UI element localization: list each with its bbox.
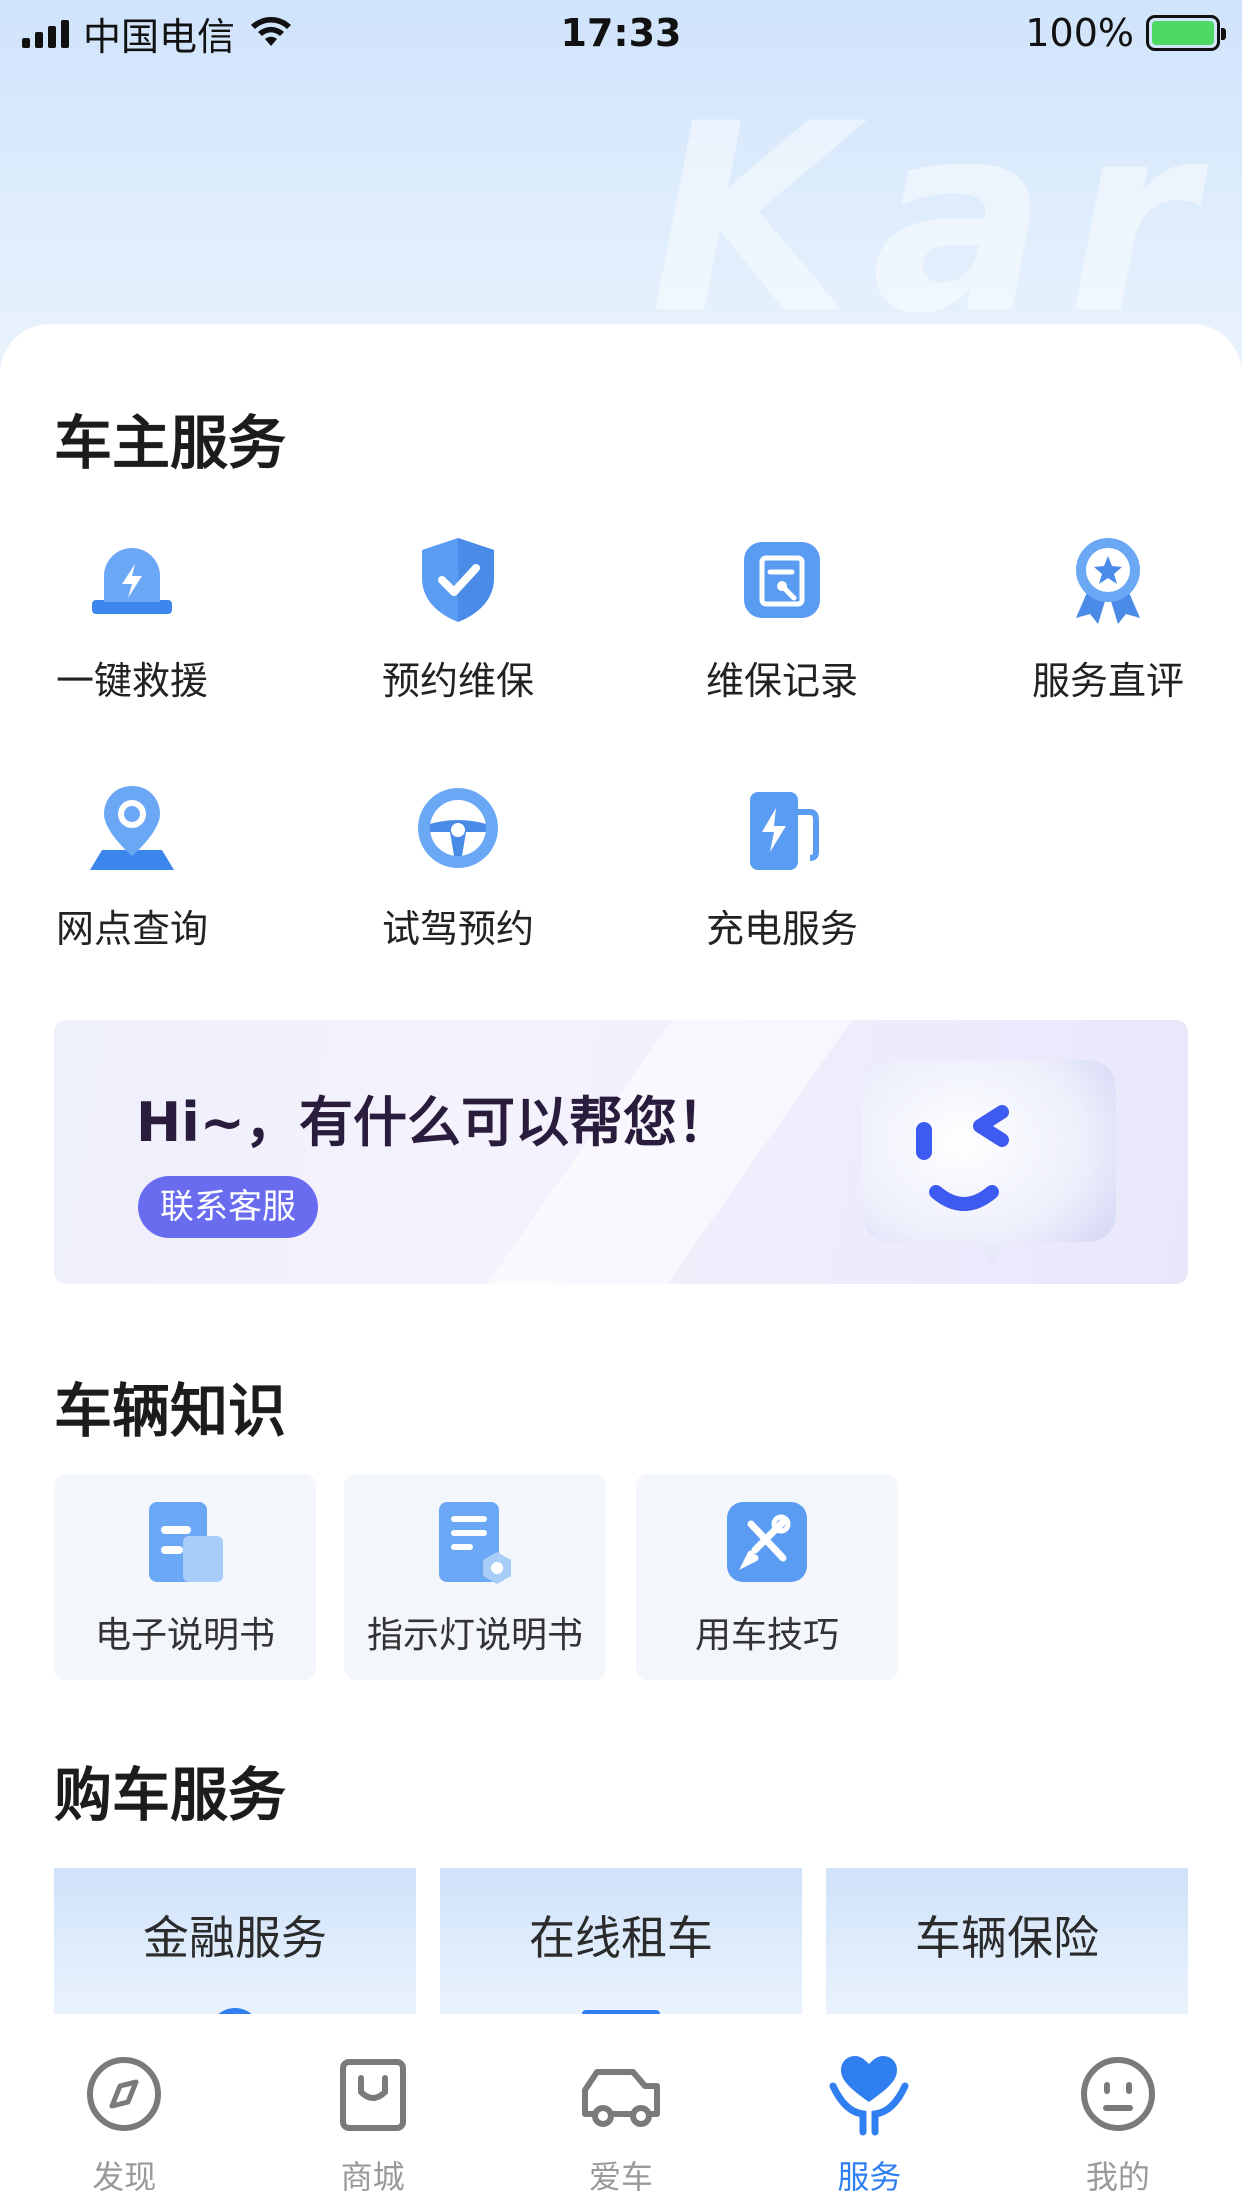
purchase-label: 金融服务 [143,1911,327,1965]
purchase-finance[interactable]: 金融服务 [54,1868,416,2038]
section-title-owner-services: 车主服务 [54,409,287,477]
service-label: 网点查询 [55,907,208,951]
shopping-bag-icon [339,2059,406,2131]
tab-discover[interactable]: 发现 [0,2014,248,2208]
section-title-purchase-services: 购车服务 [54,1761,287,1829]
service-test-drive[interactable]: 试驾预约 [348,778,568,953]
indicator-manual-icon [439,1502,511,1584]
carrier-name: 中国电信 [83,14,236,59]
service-maintenance-record[interactable]: 维保记录 [672,530,892,705]
service-outlet-search[interactable]: 网点查询 [22,778,242,953]
steering-wheel-icon [418,788,498,868]
service-panel: 车主服务 一键救援 预约维保 维保记录 服务直评 网点查询 试驾预约 充电服务 … [0,324,1242,2084]
service-label: 服务直评 [1031,659,1184,703]
service-label: 预约维保 [381,659,534,703]
maintenance-record-icon [744,542,820,618]
service-charging[interactable]: 充电服务 [672,778,892,953]
knowledge-indicator-manual[interactable]: 指示灯说明书 [344,1474,606,1680]
tab-label: 商城 [340,2158,405,2196]
charging-station-icon [750,792,819,870]
knowledge-label: 用车技巧 [694,1615,839,1656]
battery-percent: 100% [1025,11,1134,55]
chat-bubble-mascot-icon [862,1060,1116,1266]
purchase-label: 在线租车 [529,1911,713,1965]
shield-check-icon [422,538,494,622]
tab-mall[interactable]: 商城 [248,2014,496,2208]
rating-badge-icon [1076,538,1140,624]
compass-icon [87,2057,162,2131]
service-rescue[interactable]: 一键救援 [22,530,242,705]
tab-mine[interactable]: 我的 [994,2014,1242,2208]
service-label: 一键救援 [55,659,208,703]
tools-icon [727,1502,807,1582]
wifi-icon [251,17,292,46]
banner-greeting: Hi~，有什么可以帮您！ [136,1091,731,1154]
customer-service-banner[interactable]: Hi~，有什么可以帮您！ 联系客服 [54,1020,1188,1284]
heart-hand-icon [829,2056,909,2136]
knowledge-e-manual[interactable]: 电子说明书 [54,1474,316,1680]
location-pin-icon [90,786,174,870]
tab-label: 爱车 [589,2158,654,2196]
tab-my-car[interactable]: 爱车 [497,2014,745,2208]
tab-label: 服务 [837,2158,902,2196]
knowledge-label: 电子说明书 [94,1615,275,1656]
manual-icon [149,1502,223,1582]
car-icon [582,2069,661,2127]
contact-service-button[interactable]: 联系客服 [138,1176,318,1238]
status-bar: 中国电信 17:33 100% [0,0,1242,66]
purchase-label: 车辆保险 [915,1911,1099,1965]
face-icon [1080,2057,1155,2131]
service-label: 试驾预约 [381,907,534,951]
section-title-vehicle-knowledge: 车辆知识 [54,1377,287,1445]
signal-icon [22,18,69,48]
service-rating[interactable]: 服务直评 [998,530,1218,705]
purchase-rental[interactable]: 在线租车 [440,1868,802,2038]
rescue-icon [92,548,172,614]
service-maintenance-booking[interactable]: 预约维保 [348,530,568,705]
service-label: 维保记录 [705,659,858,703]
service-label: 充电服务 [705,907,858,951]
knowledge-driving-tips[interactable]: 用车技巧 [636,1474,898,1680]
bottom-tab-bar: 发现 商城 爱车 服务 我的 [0,2014,1242,2208]
tab-label: 我的 [1085,2158,1150,2196]
battery-icon [1146,15,1226,51]
brand-watermark: Kar [650,69,1216,371]
knowledge-label: 指示灯说明书 [366,1615,583,1656]
tab-service[interactable]: 服务 [745,2014,993,2208]
tab-label: 发现 [92,2158,157,2196]
purchase-insurance[interactable]: 车辆保险 [826,1868,1188,2038]
